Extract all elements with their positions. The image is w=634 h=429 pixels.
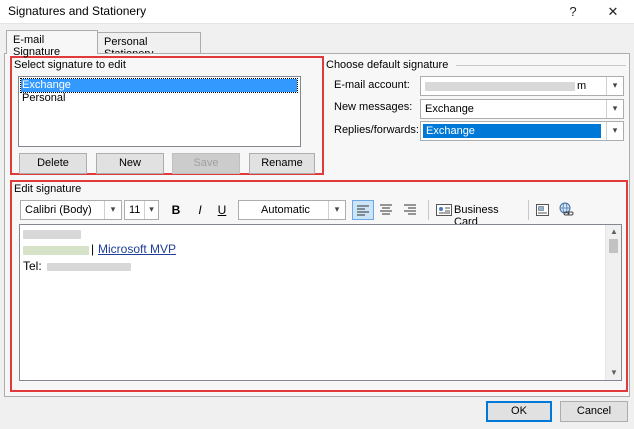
font-size-value: 11 — [129, 204, 141, 216]
chevron-down-icon: ▾ — [606, 77, 623, 95]
font-color-value: Automatic — [261, 204, 310, 216]
help-button[interactable]: ? — [562, 2, 584, 22]
italic-button[interactable]: I — [192, 201, 208, 219]
signature-separator: | — [91, 242, 95, 256]
select-signature-label: Select signature to edit — [14, 59, 126, 71]
chevron-down-icon[interactable]: ▼ — [610, 368, 618, 377]
group-divider — [456, 65, 626, 66]
align-center-icon — [380, 204, 392, 215]
new-button[interactable]: New — [96, 153, 164, 174]
chevron-down-icon: ▾ — [606, 122, 623, 140]
hyperlink-icon — [559, 202, 574, 216]
replies-forwards-label: Replies/forwards: — [334, 124, 419, 136]
ok-button[interactable]: OK — [486, 401, 552, 422]
bold-button[interactable]: B — [168, 201, 184, 219]
font-family-value: Calibri (Body) — [25, 204, 92, 216]
insert-hyperlink-button[interactable] — [556, 201, 576, 219]
replies-forwards-select[interactable]: Exchange ▾ — [420, 121, 624, 141]
new-messages-value: Exchange — [425, 103, 474, 115]
align-right-icon — [404, 204, 416, 215]
font-color-select[interactable]: Automatic ▾ — [238, 200, 346, 220]
chevron-down-icon: ▾ — [606, 100, 623, 118]
new-messages-select[interactable]: Exchange ▾ — [420, 99, 624, 119]
underline-button[interactable]: U — [214, 201, 230, 219]
business-card-icon — [436, 204, 452, 216]
tab-email-signature[interactable]: E-mail Signature — [6, 30, 98, 58]
new-messages-label: New messages: — [334, 101, 413, 113]
replies-forwards-value: Exchange — [423, 124, 601, 138]
font-size-select[interactable]: 11 ▾ — [124, 200, 159, 220]
business-card-button[interactable]: Business Card — [434, 201, 524, 228]
tab-email-signature-label: E-mail Signature — [13, 34, 61, 58]
scrollbar-thumb[interactable] — [609, 239, 618, 253]
redacted-email — [425, 82, 575, 91]
window-title: Signatures and Stationery — [8, 4, 147, 18]
email-account-label: E-mail account: — [334, 79, 410, 91]
chevron-up-icon[interactable]: ▲ — [610, 227, 618, 236]
signature-editor[interactable]: | Microsoft MVP Tel: ▲ ▼ — [19, 224, 622, 381]
align-left-button[interactable] — [352, 200, 374, 220]
cancel-button[interactable]: Cancel — [560, 401, 628, 422]
editor-scrollbar[interactable]: ▲ ▼ — [605, 225, 621, 380]
email-account-value-tail: m — [577, 80, 587, 92]
close-button[interactable]: ✕ — [602, 2, 624, 22]
align-left-icon — [357, 205, 369, 216]
align-center-button[interactable] — [376, 201, 396, 219]
delete-button[interactable]: Delete — [19, 153, 87, 174]
chevron-down-icon: ▾ — [328, 201, 345, 219]
toolbar-divider — [528, 200, 529, 220]
rename-button[interactable]: Rename — [249, 153, 315, 174]
chevron-down-icon: ▾ — [104, 201, 121, 219]
align-right-button[interactable] — [400, 201, 420, 219]
list-item[interactable]: Personal — [21, 92, 297, 105]
email-account-select[interactable]: m ▾ — [420, 76, 624, 96]
mvp-link[interactable]: Microsoft MVP — [98, 242, 176, 256]
edit-signature-label: Edit signature — [14, 183, 82, 195]
toolbar-divider — [428, 200, 429, 220]
font-family-select[interactable]: Calibri (Body) ▾ — [20, 200, 122, 220]
redacted-name — [23, 246, 89, 255]
redacted-name — [23, 230, 81, 239]
redacted-phone — [47, 263, 131, 271]
chevron-down-icon: ▾ — [144, 201, 158, 219]
tel-label: Tel: — [23, 259, 42, 273]
picture-icon — [536, 204, 549, 216]
insert-picture-button[interactable] — [534, 201, 552, 219]
save-button[interactable]: Save — [172, 153, 240, 174]
default-signature-label: Choose default signature — [326, 59, 449, 71]
list-item[interactable]: Exchange — [20, 78, 298, 93]
tab-personal-stationery[interactable]: Personal Stationery — [97, 32, 201, 60]
signature-list[interactable]: Exchange Personal — [18, 76, 301, 147]
